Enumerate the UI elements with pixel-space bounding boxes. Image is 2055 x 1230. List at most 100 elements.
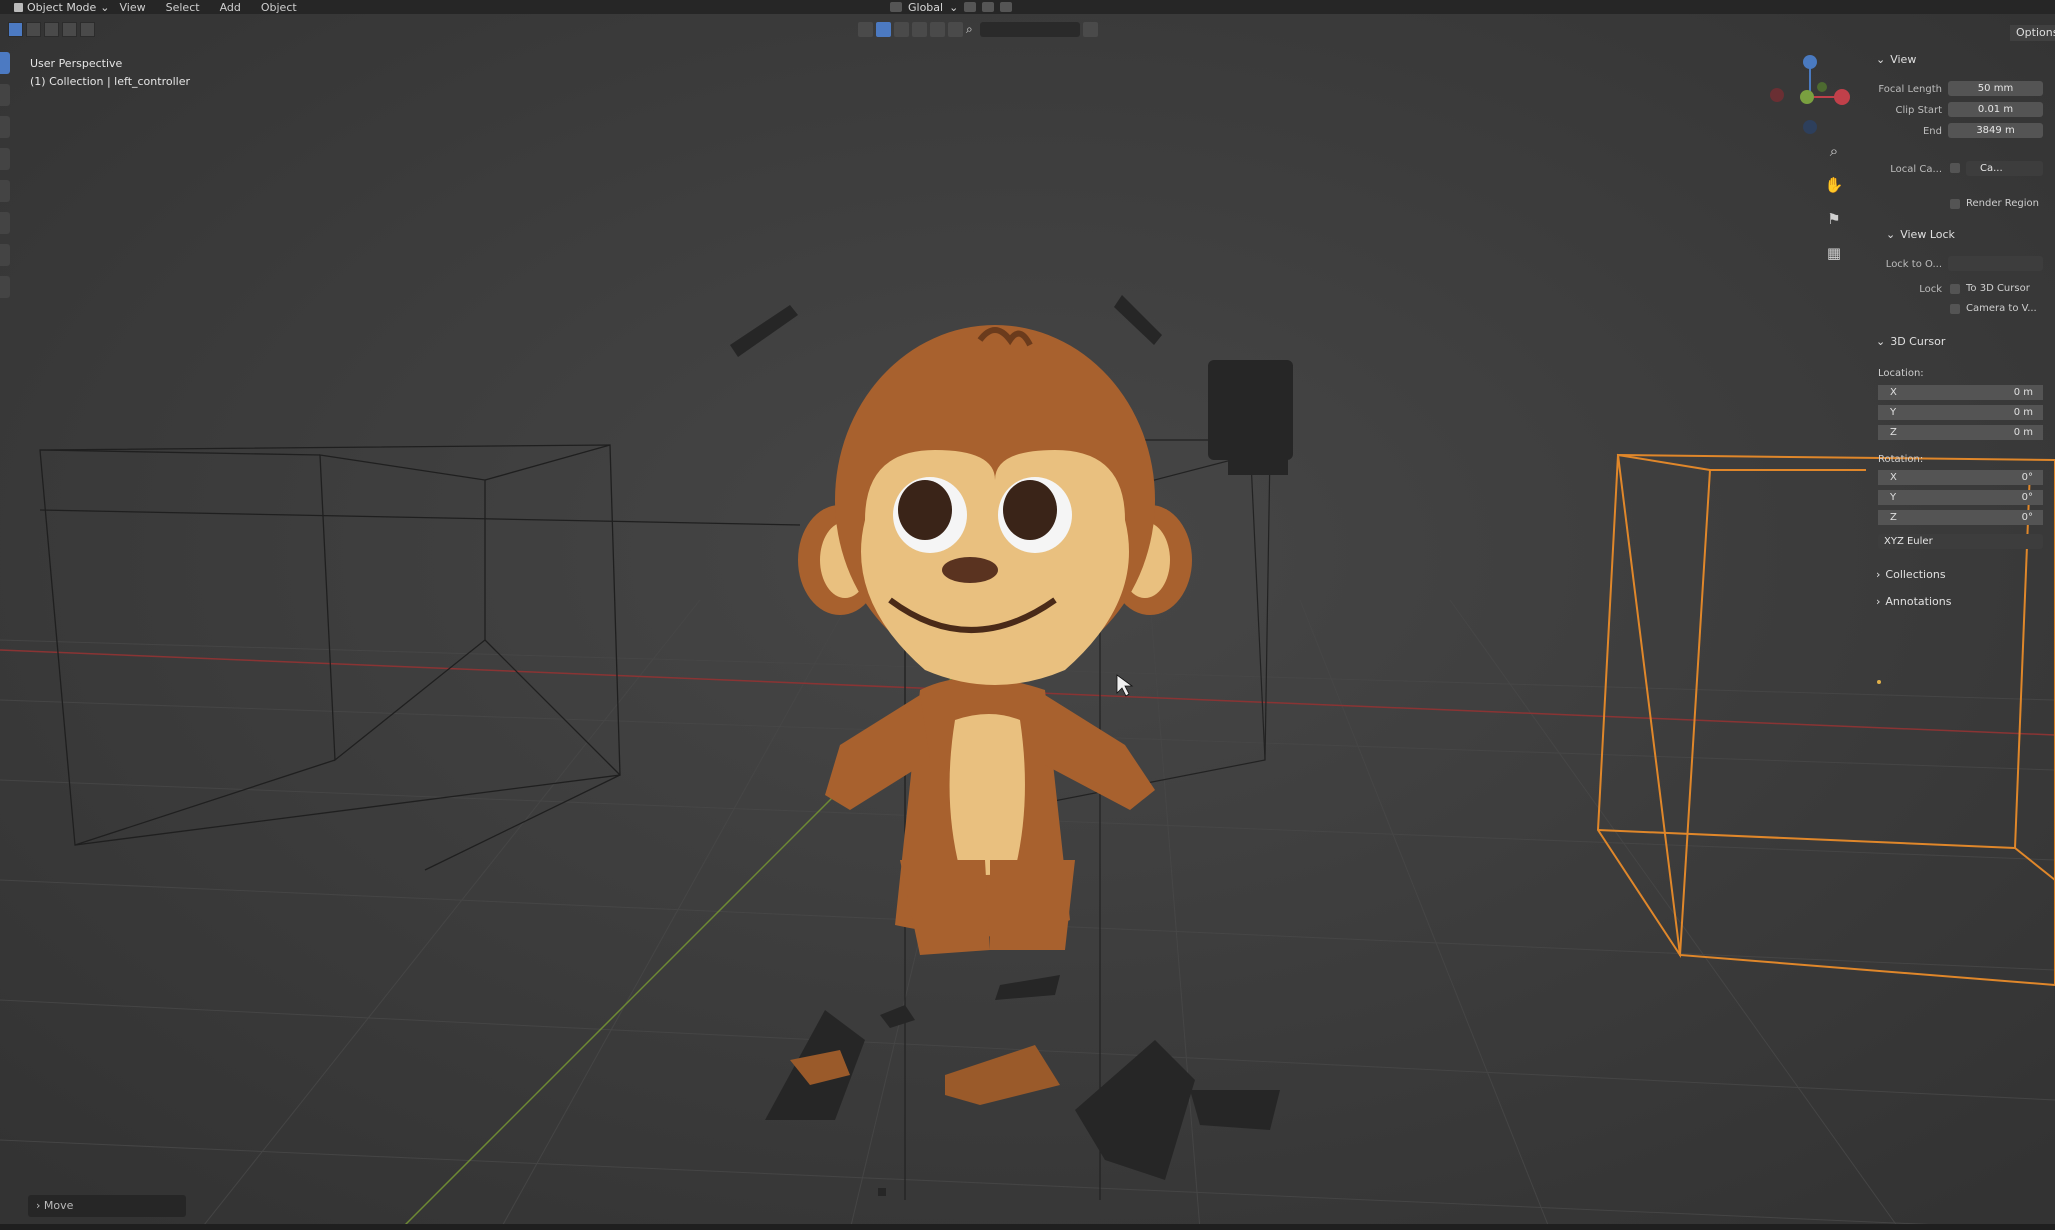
snap-icon[interactable] [982,2,995,12]
clip-start-label: Clip Start [1895,105,1943,116]
overlay-button[interactable] [948,22,963,37]
cursor-rotation-x[interactable]: X 0° [1878,470,2043,485]
render-region-label: Render Region [1966,198,2040,209]
rotation-y-value: 0° [2021,492,2033,503]
move-tool-button[interactable] [0,116,10,138]
measure-tool-button[interactable] [0,276,10,298]
proportional-edit-icon[interactable] [1000,2,1013,12]
view-panel-header[interactable]: ⌄ View [1876,53,1916,66]
cursor-location-y[interactable]: Y 0 m [1878,405,2043,420]
location-y-value: 0 m [2013,407,2033,418]
select-intersect-button[interactable] [80,22,95,37]
sidebar-panel: ⌄ View Focal Length 50 mm Clip Start 0.0… [1870,48,2055,648]
cursor-rotation-y[interactable]: Y 0° [1878,490,2043,505]
lock-to-cursor-checkbox[interactable] [1950,284,1960,294]
view-perspective-label: User Perspective [30,57,123,70]
transform-tool-button[interactable] [0,212,10,234]
annotations-title: Annotations [1885,595,1952,608]
lock-to-cursor-label: To 3D Cursor [1966,283,2030,294]
camera-to-view-checkbox[interactable] [1950,304,1960,314]
mode-label: Object Mode [27,0,97,14]
zoom-icon[interactable]: ⌕ [1823,140,1845,162]
search-input[interactable] [979,22,1080,37]
collections-title: Collections [1885,568,1946,581]
rotate-tool-button[interactable] [0,148,10,170]
lock-to-object-label: Lock to O... [1885,259,1942,270]
select-new-button[interactable] [8,22,23,37]
cursor-panel-title: 3D Cursor [1890,335,1946,348]
select-mode-buttons [8,22,95,37]
transform-bar: Global ⌄ [890,0,1013,14]
operator-panel[interactable]: › Move [28,1195,186,1217]
cursor-rotation-z[interactable]: Z 0° [1878,510,2043,525]
scale-tool-button[interactable] [0,180,10,202]
annotate-tool-button[interactable] [0,244,10,266]
shading-buttons: ⌕ [858,22,1098,37]
viewport-scene [0,0,2055,1230]
viewport-info: User Perspective (1) Collection | left_c… [30,55,190,91]
menu-add[interactable]: Add [210,1,251,14]
chevron-right-icon: › [1876,595,1881,608]
pan-hand-icon[interactable]: ✋ [1823,174,1845,196]
cursor-location-x[interactable]: X 0 m [1878,385,2043,400]
menu-select[interactable]: Select [156,1,210,14]
navigation-buttons: ⌕ ✋ ⚑ ▦ [1823,140,1845,264]
clip-start-field[interactable]: 0.01 m [1948,102,2043,117]
menu-object[interactable]: Object [251,1,307,14]
monkey-belly [949,714,1025,875]
chevron-right-icon: › [36,1199,41,1212]
grid-view-icon[interactable]: ▦ [1823,242,1845,264]
clip-end-field[interactable]: 3849 m [1948,123,2043,138]
annotations-panel-header[interactable]: › Annotations [1876,595,1951,608]
cursor-tool-button[interactable] [0,84,10,106]
focal-length-field[interactable]: 50 mm [1948,81,2043,96]
orientation-dropdown[interactable]: Global [908,1,943,14]
material-shading-button[interactable] [912,22,927,37]
chevron-right-icon: › [1876,568,1881,581]
3d-viewport[interactable]: Object Mode ⌄ View Select Add Object Glo… [0,0,2055,1230]
menu-view[interactable]: View [110,1,156,14]
status-bar [0,1224,2055,1230]
cursor-panel-header[interactable]: ⌄ 3D Cursor [1876,335,1945,348]
origin-point [1877,680,1881,684]
object-mode-icon [14,2,23,12]
cursor-location-z[interactable]: Z 0 m [1878,425,2043,440]
chevron-down-icon: ⌄ [1876,335,1886,348]
pivot-icon[interactable] [964,2,977,12]
mode-selector[interactable]: Object Mode ⌄ [0,1,110,14]
render-region-checkbox[interactable] [1950,199,1960,209]
select-subtract-button[interactable] [44,22,59,37]
rotation-x-value: 0° [2021,472,2033,483]
camera-to-view-label: Camera to V... [1966,303,2037,314]
solid-shading-button[interactable] [894,22,909,37]
lock-label: Lock [1919,284,1942,295]
axis-x-label: X [1890,387,1897,398]
local-camera-checkbox[interactable] [1950,163,1960,173]
search-icon: ⌕ [966,22,973,36]
view-lock-header[interactable]: ⌄ View Lock [1886,228,1955,241]
location-z-value: 0 m [2013,427,2033,438]
options-dropdown[interactable]: Options [2010,25,2055,41]
clip-end-label: End [1922,126,1942,137]
collections-panel-header[interactable]: › Collections [1876,568,1946,581]
visibility-icon[interactable] [858,22,873,37]
wireframe-shading-button[interactable] [876,22,891,37]
navigation-gizmo[interactable] [1760,52,1860,142]
select-tool-button[interactable] [0,52,10,74]
orientation-icon [890,2,902,12]
rotation-mode-dropdown[interactable]: XYZ Euler [1878,534,2043,549]
rotation-label: Rotation: [1878,454,1924,465]
select-invert-button[interactable] [62,22,77,37]
lock-to-object-field[interactable] [1948,256,2043,271]
axis-y-label: Y [1890,492,1897,503]
filter-icon[interactable] [1082,22,1098,37]
active-object-label: (1) Collection | left_controller [30,75,190,88]
local-camera-field[interactable]: Ca... [1966,161,2043,176]
select-extend-button[interactable] [26,22,41,37]
rendered-shading-button[interactable] [930,22,945,37]
left-toolbar [0,52,12,308]
viewport-header: Object Mode ⌄ View Select Add Object [0,0,2055,14]
view-panel-title: View [1890,53,1917,66]
location-x-value: 0 m [2013,387,2033,398]
camera-view-icon[interactable]: ⚑ [1823,208,1845,230]
